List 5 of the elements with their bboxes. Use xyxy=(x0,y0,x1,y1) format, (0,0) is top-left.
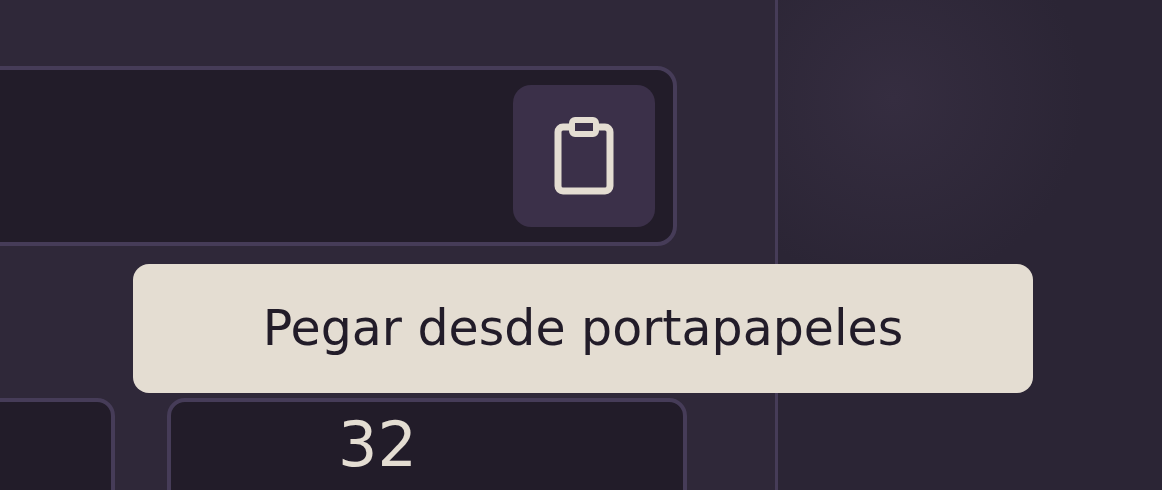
paste-button[interactable] xyxy=(513,85,655,227)
paste-field[interactable] xyxy=(0,66,677,246)
clipboard-icon xyxy=(554,117,614,195)
tooltip: Pegar desde portapapeles xyxy=(133,264,1033,393)
number-field[interactable]: 32 xyxy=(167,398,687,490)
